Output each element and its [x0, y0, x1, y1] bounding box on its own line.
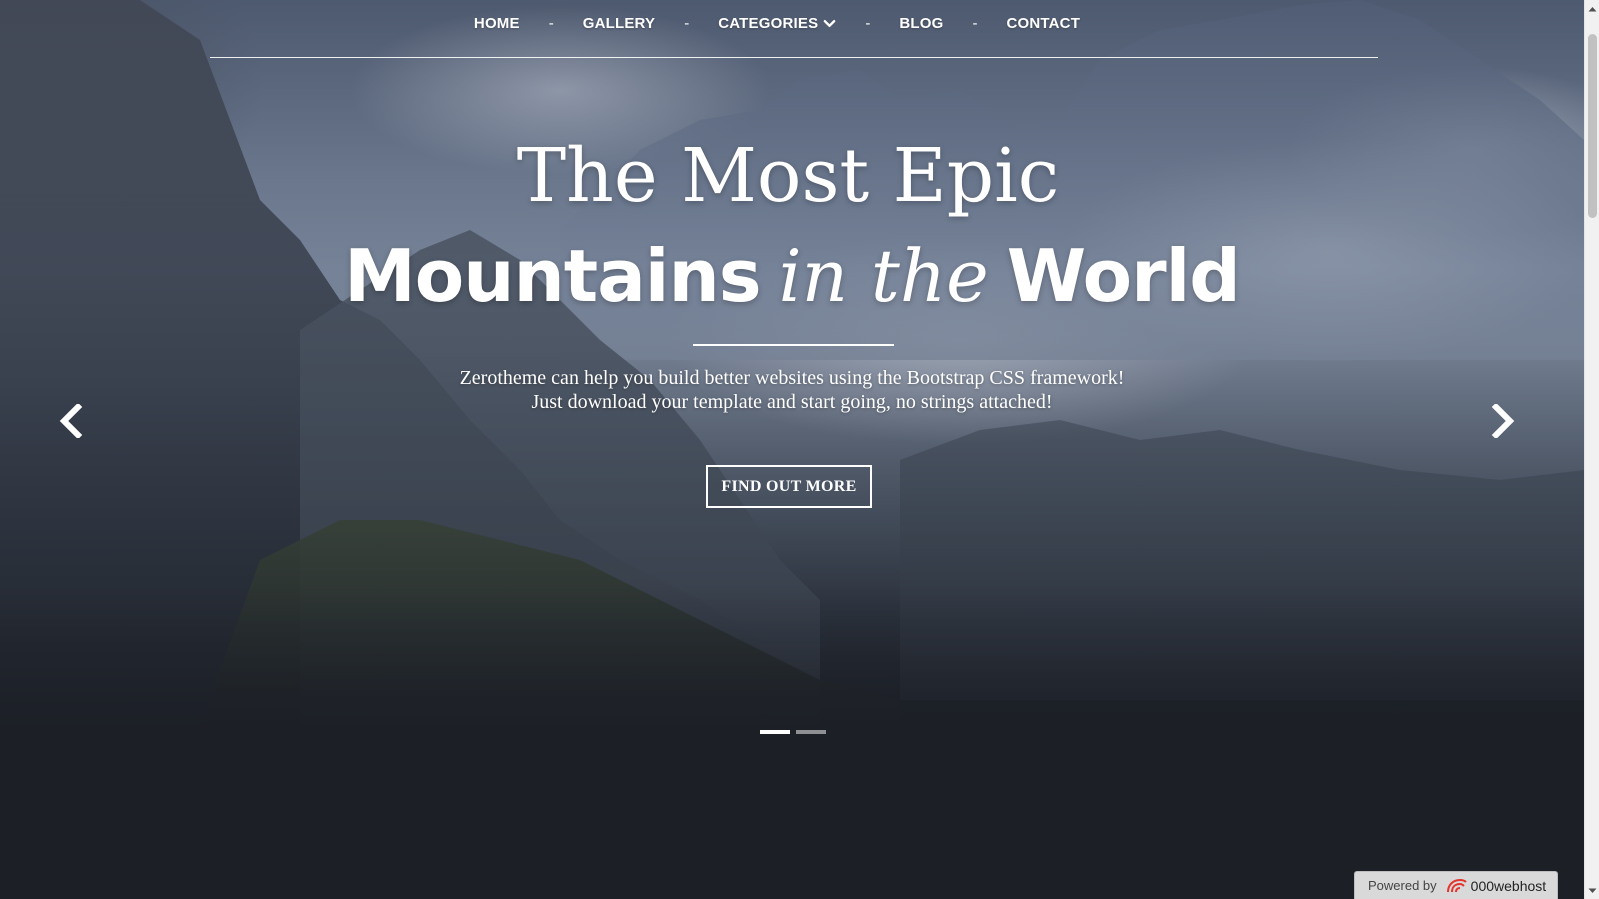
nav-categories-dropdown[interactable]: CATEGORIES	[718, 15, 836, 32]
scroll-down-arrow-icon[interactable]	[1585, 882, 1599, 899]
hero-subtitle-line-1: Zerotheme can help you build better webs…	[459, 367, 1125, 389]
nav-menu: HOME - GALLERY - CATEGORIES - BLOG - CON…	[474, 15, 1080, 32]
scrollbar-thumb[interactable]	[1588, 34, 1597, 218]
nav-separator: -	[865, 14, 871, 32]
vertical-scrollbar[interactable]	[1584, 0, 1599, 899]
hero-subtitle: Zerotheme can help you build better webs…	[0, 366, 1584, 414]
badge-brand: 000webhost	[1470, 877, 1547, 894]
nav-blog-link[interactable]: BLOG	[899, 15, 943, 32]
main-nav: HOME - GALLERY - CATEGORIES - BLOG - CON…	[0, 0, 1584, 46]
hero-title-line-2: Mountains in the World	[0, 228, 1584, 325]
scroll-up-arrow-icon[interactable]	[1585, 0, 1599, 17]
carousel-indicator-1[interactable]	[760, 730, 790, 734]
hero-title-word-mountains: Mountains	[344, 234, 761, 318]
badge-prefix: Powered by	[1368, 878, 1437, 893]
hero-divider	[693, 344, 894, 346]
chevron-left-icon[interactable]	[56, 404, 86, 438]
nav-separator: -	[548, 14, 554, 32]
nav-contact-link[interactable]: CONTACT	[1006, 15, 1080, 32]
chevron-down-icon	[823, 19, 836, 27]
nav-home-link[interactable]: HOME	[474, 15, 520, 32]
powered-by-badge[interactable]: Powered by 000webhost	[1354, 871, 1558, 899]
chevron-right-icon[interactable]	[1488, 404, 1518, 438]
nav-gallery-link[interactable]: GALLERY	[583, 15, 656, 32]
hero-title-word-world: World	[1006, 234, 1241, 318]
carousel-indicators	[760, 730, 826, 734]
nav-separator: -	[972, 14, 978, 32]
hero-title-word-in-the: in the	[778, 234, 989, 318]
hero-title-line-1: The Most Epic	[516, 133, 1060, 219]
carousel-indicator-2[interactable]	[796, 730, 826, 734]
000webhost-logo-icon	[1446, 878, 1467, 892]
nav-divider	[210, 57, 1378, 58]
nav-separator: -	[684, 14, 690, 32]
hero-subtitle-line-2: Just download your template and start go…	[531, 391, 1053, 413]
find-out-more-button[interactable]: FIND OUT MORE	[706, 465, 872, 508]
nav-categories-label: CATEGORIES	[718, 14, 819, 32]
